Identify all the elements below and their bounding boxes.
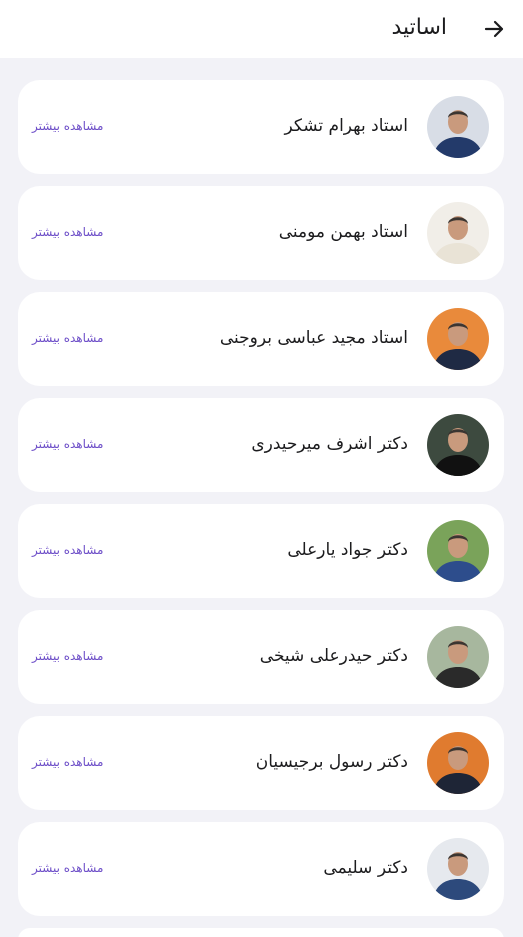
view-more-link[interactable]: مشاهده بیشتر [32, 435, 103, 453]
teacher-name: دکتر حیدرعلی شیخی [259, 646, 408, 666]
avatar [427, 414, 489, 476]
teacher-card-partial[interactable] [18, 928, 504, 937]
avatar [427, 202, 489, 264]
top-bar: اساتید [0, 0, 523, 58]
teacher-name: استاد بهرام تشکر [284, 116, 408, 136]
avatar [427, 626, 489, 688]
view-more-link[interactable]: مشاهده بیشتر [32, 753, 103, 771]
view-more-link[interactable]: مشاهده بیشتر [32, 117, 103, 135]
view-more-link[interactable]: مشاهده بیشتر [32, 541, 103, 559]
teacher-card[interactable]: دکتر جواد یارعلی مشاهده بیشتر [18, 504, 504, 598]
teacher-name: دکتر سلیمی [323, 858, 408, 878]
avatar [427, 732, 489, 794]
teacher-card[interactable]: استاد بهرام تشکر مشاهده بیشتر [18, 80, 504, 174]
teacher-card[interactable]: استاد بهمن مومنی مشاهده بیشتر [18, 186, 504, 280]
teacher-name: استاد بهمن مومنی [278, 222, 408, 242]
teacher-card[interactable]: دکتر اشرف میرحیدری مشاهده بیشتر [18, 398, 504, 492]
teacher-card[interactable]: دکتر سلیمی مشاهده بیشتر [18, 822, 504, 916]
teacher-name: دکتر جواد یارعلی [287, 540, 408, 560]
avatar [427, 838, 489, 900]
app-root: اساتید استاد بهرام تشکر مشاهده بیشتر استاد… [0, 0, 523, 937]
view-more-link[interactable]: مشاهده بیشتر [32, 329, 103, 347]
teacher-name: دکتر اشرف میرحیدری [251, 434, 408, 454]
view-more-link[interactable]: مشاهده بیشتر [32, 859, 103, 877]
teacher-list: استاد بهرام تشکر مشاهده بیشتر استاد بهمن م… [18, 80, 504, 937]
teacher-card[interactable]: دکتر حیدرعلی شیخی مشاهده بیشتر [18, 610, 504, 704]
teacher-card[interactable]: دکتر رسول برجیسیان مشاهده بیشتر [18, 716, 504, 810]
teacher-name: استاد مجید عباسی بروجنی [219, 328, 408, 348]
back-button[interactable] [479, 14, 509, 44]
avatar [427, 96, 489, 158]
avatar [427, 520, 489, 582]
avatar [427, 308, 489, 370]
page-title: اساتید [391, 15, 447, 40]
teacher-name: دکتر رسول برجیسیان [255, 752, 408, 772]
view-more-link[interactable]: مشاهده بیشتر [32, 647, 103, 665]
teacher-card[interactable]: استاد مجید عباسی بروجنی مشاهده بیشتر [18, 292, 504, 386]
view-more-link[interactable]: مشاهده بیشتر [32, 223, 103, 241]
arrow-right-icon [484, 20, 504, 38]
